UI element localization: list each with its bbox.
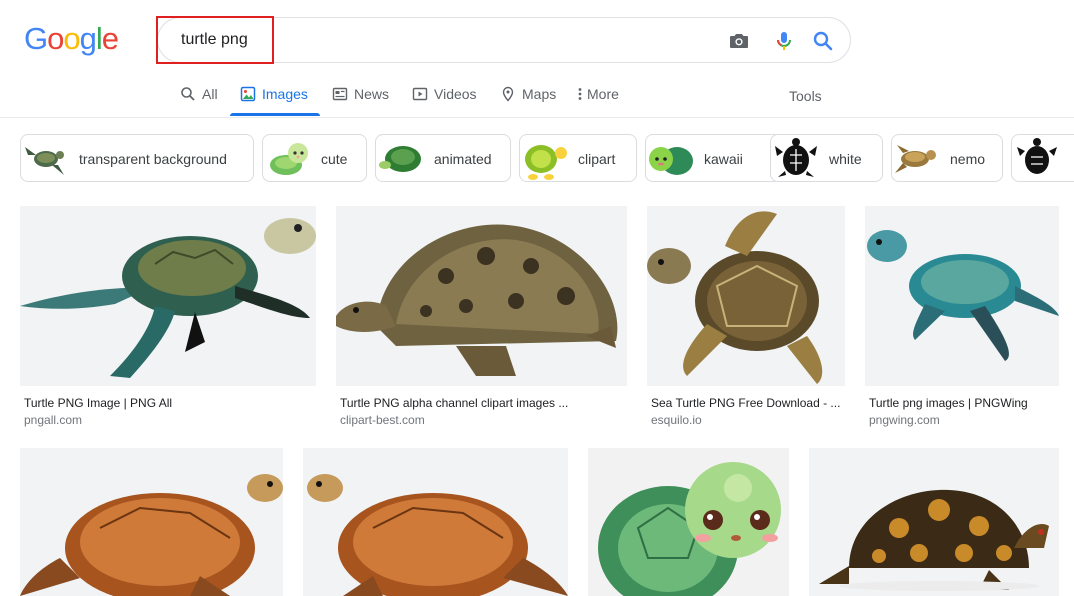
tab-all[interactable]: All <box>180 86 218 116</box>
tab-videos[interactable]: Videos <box>412 86 477 116</box>
box-turtle-image <box>819 489 1049 591</box>
image-result[interactable] <box>809 448 1059 596</box>
image-result[interactable]: Sea Turtle PNG Free Download - ... esqui… <box>647 206 845 436</box>
map-pin-icon <box>502 86 514 102</box>
logo-letter: e <box>101 21 119 56</box>
result-image[interactable] <box>20 448 283 596</box>
chip-label: transparent background <box>79 151 227 167</box>
animated-turtle-thumbnail <box>379 146 421 172</box>
search-icon[interactable] <box>811 29 835 53</box>
image-result[interactable]: Turtle PNG Image | PNG All pngall.com <box>20 206 316 436</box>
tab-news[interactable]: News <box>332 86 389 116</box>
chip-i[interactable]: i <box>1011 134 1074 182</box>
result-source[interactable]: clipart-best.com <box>340 413 425 427</box>
chip-label: kawaii <box>704 151 743 167</box>
result-source[interactable]: esquilo.io <box>651 413 702 427</box>
black-turtle-silhouette-thumbnail <box>775 138 817 177</box>
logo-letter: o <box>47 21 64 56</box>
search-icon <box>181 87 195 101</box>
sea-turtle-image <box>20 218 316 378</box>
tab-label: Images <box>262 86 308 102</box>
tortoise-image <box>336 224 618 376</box>
image-result[interactable] <box>303 448 568 596</box>
tab-label: More <box>587 86 619 102</box>
result-image[interactable] <box>20 206 316 386</box>
chip-label: animated <box>434 151 492 167</box>
sea-turtle-thumbnail <box>25 147 64 175</box>
sea-turtle-image <box>307 474 568 596</box>
chip-transparent-background[interactable]: transparent background <box>20 134 254 182</box>
camera-icon[interactable] <box>727 29 751 53</box>
result-image[interactable] <box>588 448 789 596</box>
related-chips: transparent background cute animated cli… <box>20 134 1074 182</box>
chip-clipart[interactable]: clipart <box>519 134 637 182</box>
result-title[interactable]: Turtle PNG alpha channel clipart images … <box>340 396 568 410</box>
chip-nemo[interactable]: nemo <box>891 134 1003 182</box>
chip-white[interactable]: white <box>770 134 883 182</box>
chip-animated[interactable]: animated <box>375 134 511 182</box>
result-image[interactable] <box>303 448 568 596</box>
tab-label: All <box>202 86 218 102</box>
more-dots-icon <box>578 88 582 100</box>
sea-turtle-image <box>867 230 1059 361</box>
tab-label: Maps <box>522 86 557 102</box>
microphone-icon[interactable] <box>772 29 796 53</box>
tab-more[interactable]: More <box>576 86 619 116</box>
tab-label: Videos <box>434 86 477 102</box>
video-icon <box>412 87 428 101</box>
sea-turtle-image <box>647 211 823 384</box>
image-result[interactable] <box>20 448 283 596</box>
result-source[interactable]: pngwing.com <box>869 413 940 427</box>
result-image[interactable] <box>865 206 1059 386</box>
clipart-turtle-thumbnail <box>525 145 567 180</box>
result-image[interactable] <box>647 206 845 386</box>
result-image[interactable] <box>809 448 1059 596</box>
image-result[interactable]: Turtle png images | PNGWing pngwing.com <box>865 206 1059 436</box>
tab-maps[interactable]: Maps <box>500 86 556 116</box>
image-result[interactable]: Turtle PNG alpha channel clipart images … <box>336 206 627 436</box>
chip-label: clipart <box>578 151 616 167</box>
nemo-turtle-thumbnail <box>895 145 936 173</box>
result-source[interactable]: pngall.com <box>24 413 82 427</box>
cute-turtle-thumbnail <box>270 143 308 175</box>
image-icon <box>240 86 256 102</box>
logo-letter: G <box>24 21 48 56</box>
chip-label: white <box>829 151 862 167</box>
google-images-page: Google turtle png All Images News Videos… <box>0 0 1074 596</box>
chip-kawaii[interactable]: kawaii <box>645 134 782 182</box>
result-title[interactable]: Turtle PNG Image | PNG All <box>24 396 172 410</box>
result-title[interactable]: Turtle png images | PNGWing <box>869 396 1028 410</box>
chip-cute[interactable]: cute <box>262 134 367 182</box>
result-image[interactable] <box>336 206 627 386</box>
tab-images[interactable]: Images <box>230 86 320 116</box>
black-turtle-icon-thumbnail <box>1017 138 1057 174</box>
query-highlight-box <box>156 16 274 64</box>
chip-label: nemo <box>950 151 986 167</box>
sea-turtle-image <box>20 474 283 596</box>
chip-label: cute <box>321 151 348 167</box>
google-logo[interactable]: Google <box>24 21 119 56</box>
tools-button[interactable]: Tools <box>789 88 822 104</box>
logo-letter: g <box>79 21 97 56</box>
search-tabs: All Images News Videos Maps More Tools <box>0 78 1074 118</box>
kawaii-turtle-thumbnail <box>649 147 693 175</box>
image-result[interactable] <box>588 448 789 596</box>
news-icon <box>332 87 348 101</box>
logo-letter: o <box>63 21 80 56</box>
tab-label: News <box>354 86 390 102</box>
cute-turtle-image <box>598 462 781 596</box>
result-title[interactable]: Sea Turtle PNG Free Download - ... <box>651 396 840 410</box>
